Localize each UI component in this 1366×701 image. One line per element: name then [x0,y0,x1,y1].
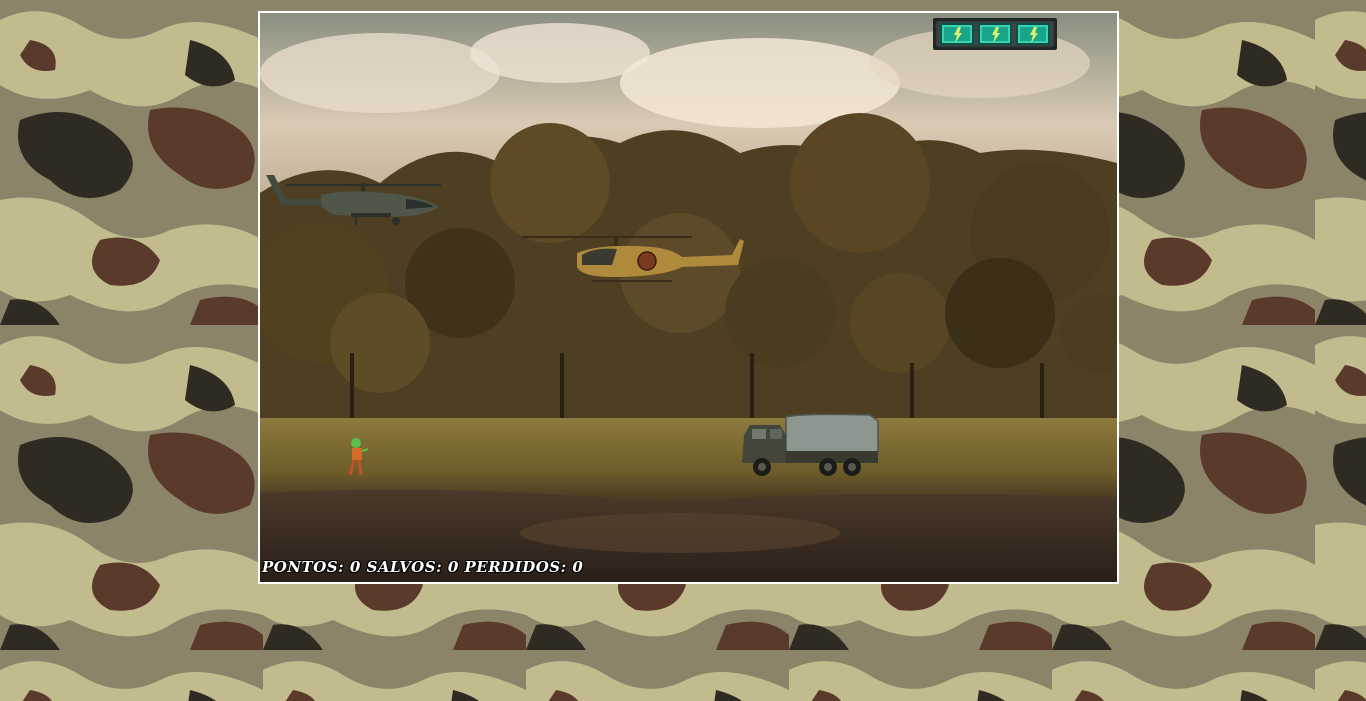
army-truck [742,413,879,476]
energy-cell [1016,23,1050,45]
enemy-helicopter [522,236,744,282]
lightning-bolt-icon [1030,27,1038,43]
lightning-bolt-icon [954,27,962,43]
pontos-label: PONTOS: [262,558,345,576]
perdidos-label: PERDIDOS: [464,558,567,576]
forest-background [260,13,1117,582]
energy-cell [978,23,1012,45]
perdidos-value: 0 [572,558,584,576]
game-area[interactable]: PONTOS: 0 SALVOS: 0 PERDIDOS: 0 [258,11,1119,584]
soldier-friend [348,438,368,476]
energy-bar [933,18,1057,50]
energy-cell [940,23,974,45]
lightning-bolt-icon [992,27,1000,43]
score-hud: PONTOS: 0 SALVOS: 0 PERDIDOS: 0 [262,558,583,576]
player-helicopter[interactable] [266,171,441,231]
salvos-value: 0 [447,558,459,576]
pontos-value: 0 [349,558,361,576]
salvos-label: SALVOS: [366,558,443,576]
